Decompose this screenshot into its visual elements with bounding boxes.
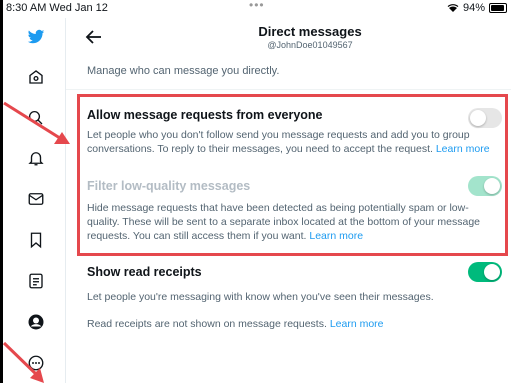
back-arrow-icon[interactable]: [84, 27, 104, 47]
notifications-bell-icon[interactable]: [25, 147, 47, 169]
read-receipts-title: Show read receipts: [87, 265, 202, 279]
sidebar: [3, 18, 66, 383]
multitasking-dots: •••: [249, 0, 265, 12]
divider: [66, 89, 511, 90]
highlight-annotation-box: [77, 94, 508, 256]
battery-percent: 94%: [462, 2, 485, 14]
read-receipts-note: Read receipts are not shown on message r…: [87, 317, 497, 331]
battery-icon: [489, 3, 507, 13]
twitter-bird-icon[interactable]: [25, 26, 47, 48]
page-subtitle-handle: @JohnDoe01049567: [267, 40, 353, 50]
search-icon[interactable]: [25, 107, 47, 129]
status-time: 8:30 AM Wed Jan 12: [6, 2, 108, 14]
page-title: Direct messages: [258, 24, 362, 39]
lists-icon[interactable]: [25, 270, 47, 292]
intro-text: Manage who can message you directly.: [87, 65, 280, 77]
more-icon[interactable]: [25, 352, 47, 374]
read-receipts-note-text: Read receipts are not shown on message r…: [87, 318, 327, 330]
read-receipts-toggle[interactable]: [468, 262, 502, 282]
bookmarks-icon[interactable]: [25, 229, 47, 251]
status-right: 94%: [447, 2, 507, 14]
toggle-knob: [484, 264, 500, 280]
profile-avatar-icon[interactable]: [25, 311, 47, 333]
wifi-icon: [447, 4, 459, 12]
status-bar: 8:30 AM Wed Jan 12 ••• 94%: [0, 0, 511, 18]
read-receipts-description: Let people you're messaging with know wh…: [87, 291, 434, 303]
learn-more-link[interactable]: Learn more: [330, 318, 384, 330]
battery-fill: [491, 5, 505, 11]
messages-envelope-icon[interactable]: [25, 188, 47, 210]
home-icon[interactable]: [25, 66, 47, 88]
